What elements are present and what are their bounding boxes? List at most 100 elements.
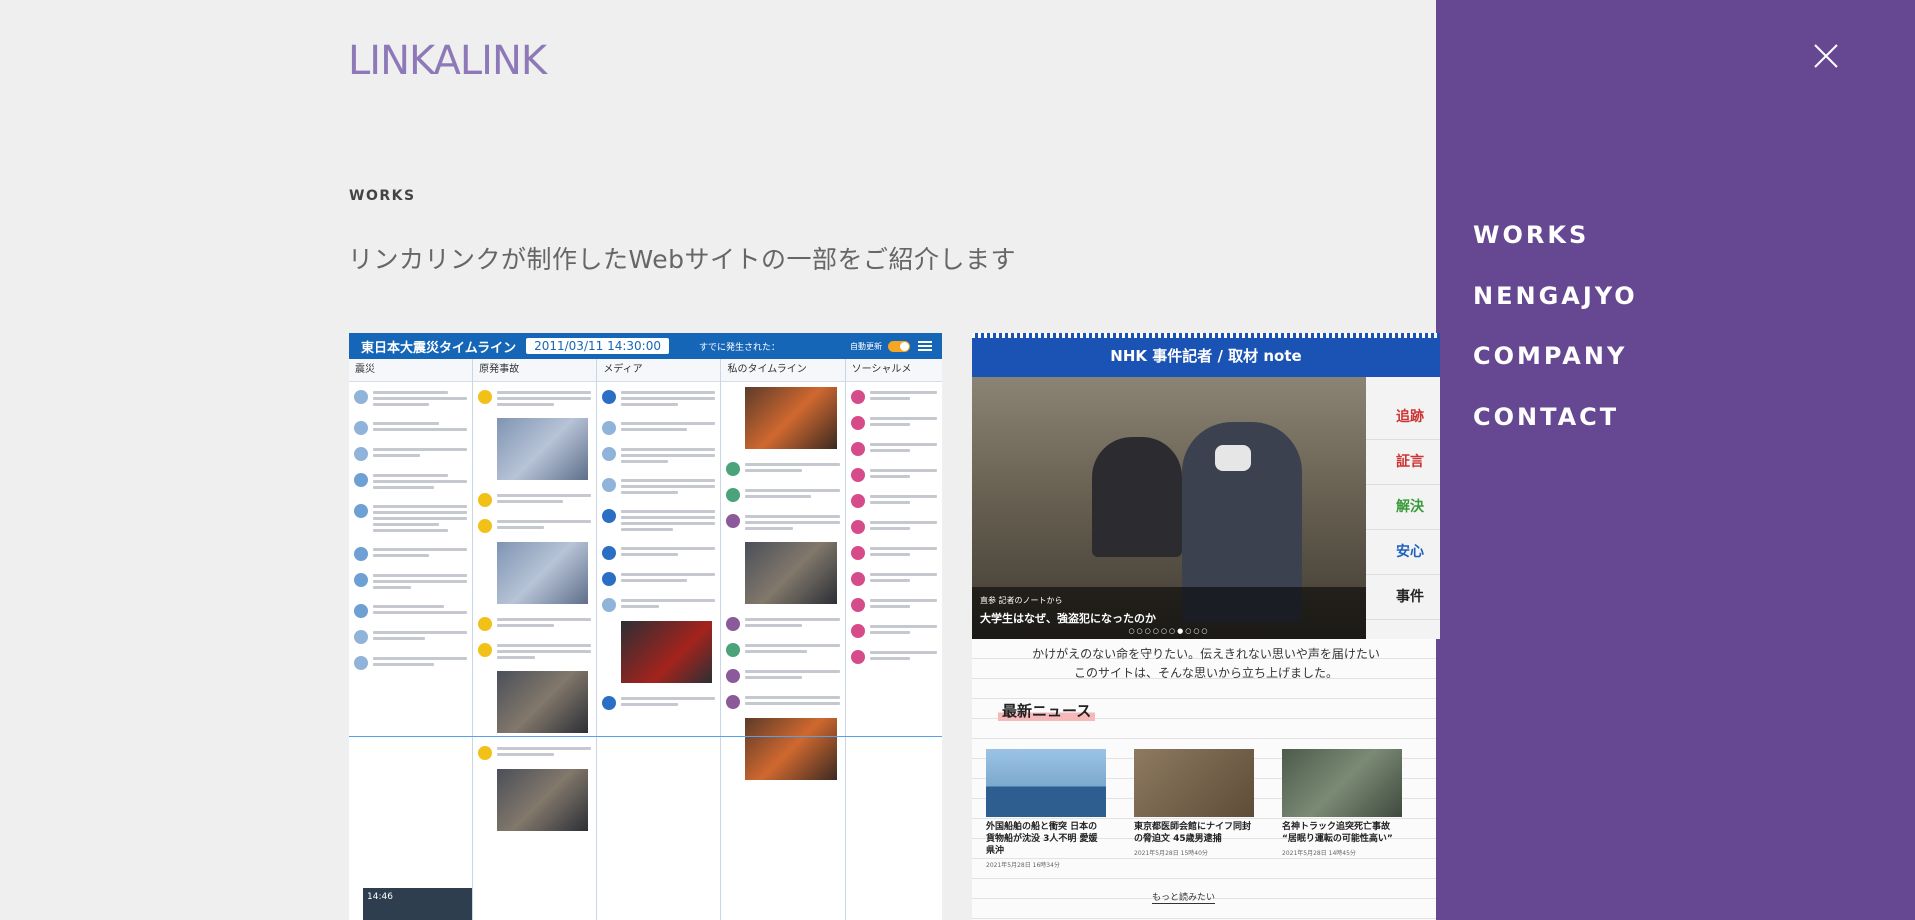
- work-card-nhk[interactable]: NHK 事件記者 / 取材 note 直参 記者のノートから 大学生はなぜ、強盗…: [972, 333, 1440, 920]
- timeline-title: 東日本大震災タイムライン: [361, 340, 517, 356]
- news-photo: [745, 718, 837, 780]
- column-header: メディア: [597, 359, 721, 382]
- logo-text: LINKALINK: [348, 38, 548, 78]
- nav-item-company[interactable]: COMPANY: [1473, 342, 1627, 370]
- list-item: [846, 538, 942, 564]
- carousel-dots: ○○○○○○●○○○: [1128, 627, 1210, 635]
- news-card: 名神トラック追突死亡事故 “居眠り運転の可能性高い” 2021年5月28日 14…: [1282, 749, 1402, 869]
- news-card: 東京都医師会館にナイフ同封の脅迫文 45歳男逮捕 2021年5月28日 15時4…: [1134, 749, 1254, 869]
- news-date: 2021年5月28日 14時45分: [1282, 850, 1356, 857]
- timeline-date: 2011/03/11 14:30:00: [526, 338, 669, 354]
- list-item: [846, 434, 942, 460]
- hero-mask: [1215, 445, 1251, 471]
- hero-small-text: 直参 記者のノートから: [980, 596, 1063, 605]
- list-item: [349, 565, 472, 596]
- timeline-columns: 震災 14:46 原発事故 メディア 私のタイムライン ソーシャルメ: [349, 359, 942, 920]
- nhk-header: NHK 事件記者 / 取材 note: [972, 333, 1440, 377]
- list-item: [721, 661, 844, 687]
- news-title: 東京都医師会館にナイフ同封の脅迫文 45歳男逮捕: [1134, 822, 1252, 844]
- list-item: [721, 454, 844, 480]
- lead-line: かけがえのない命を守りたい。伝えきれない思いや声を届けたい: [1032, 647, 1380, 661]
- list-item: [473, 511, 596, 537]
- hero-figure: [1092, 437, 1182, 557]
- section-intro: リンカリンクが制作したWebサイトの一部をご紹介します: [348, 245, 1017, 274]
- timeline-now-text: すでに発生された：: [698, 342, 781, 353]
- column-header: 震災: [349, 359, 473, 382]
- nhk-site-title: NHK 事件記者 / 取材 note: [1110, 347, 1302, 365]
- news-photo: [745, 542, 837, 604]
- news-photo: [621, 621, 713, 683]
- list-item: [349, 382, 472, 413]
- column-header: 私のタイムライン: [721, 359, 845, 382]
- news-photo: [497, 769, 589, 831]
- side-menu-item: 追跡: [1366, 395, 1440, 440]
- list-item: [473, 609, 596, 635]
- list-item: [473, 382, 596, 413]
- section-label: WORKS: [349, 188, 416, 204]
- nav-item-works[interactable]: WORKS: [1473, 221, 1589, 249]
- news-date: 2021年5月28日 16時34分: [986, 862, 1060, 869]
- list-item: [597, 382, 720, 413]
- nhk-side-menu: 追跡 証言 解決 安心 事件: [1366, 377, 1440, 639]
- list-item: [349, 465, 472, 496]
- list-item: [846, 512, 942, 538]
- timeline-column: メディア: [597, 359, 722, 920]
- hamburger-icon: [918, 341, 932, 351]
- site-logo[interactable]: LINKALINK: [348, 36, 550, 84]
- hero-image: 直参 記者のノートから 大学生はなぜ、強盗犯になったのか: [972, 377, 1366, 639]
- list-item: [597, 470, 720, 501]
- list-item: [721, 506, 844, 537]
- list-item: [846, 460, 942, 486]
- list-item: [349, 596, 472, 622]
- read-more-link: もっと読みたい: [1152, 890, 1216, 904]
- timeline-column: 私のタイムライン: [721, 359, 846, 920]
- list-item: [721, 609, 844, 635]
- list-item: [846, 486, 942, 512]
- news-card: 外国船舶の船と衝突 日本の貨物船が沈没 3人不明 愛媛県沖 2021年5月28日…: [986, 749, 1106, 869]
- timeline-header: 東日本大震災タイムライン 2011/03/11 14:30:00 すでに発生され…: [349, 333, 942, 359]
- news-thumbnail: [1282, 749, 1402, 817]
- timeline-column: 原発事故: [473, 359, 598, 920]
- news-thumbnails: 外国船舶の船と衝突 日本の貨物船が沈没 3人不明 愛媛県沖 2021年5月28日…: [986, 749, 1402, 869]
- list-item: [349, 622, 472, 648]
- list-item: [473, 635, 596, 666]
- news-photo: [497, 542, 589, 604]
- current-time-line: [349, 736, 942, 737]
- lead-line: このサイトは、そんな思いから立ち上げました。: [1073, 666, 1338, 680]
- news-photo: [497, 671, 589, 733]
- list-item: [846, 642, 942, 668]
- list-item: [473, 738, 596, 764]
- news-photo: [745, 387, 837, 449]
- list-item: [597, 439, 720, 470]
- work-card-timeline[interactable]: 東日本大震災タイムライン 2011/03/11 14:30:00 すでに発生され…: [349, 333, 942, 920]
- nav-item-contact[interactable]: CONTACT: [1473, 403, 1619, 431]
- news-thumbnail: [1134, 749, 1254, 817]
- side-menu-item: 解決: [1366, 485, 1440, 530]
- auto-update-label: 自動更新: [850, 341, 882, 351]
- list-item: [846, 408, 942, 434]
- list-item: [597, 413, 720, 439]
- nav-item-nengajyo[interactable]: NENGAJYO: [1473, 282, 1638, 310]
- list-item: [721, 480, 844, 506]
- news-photo: [497, 418, 589, 480]
- list-item: [349, 413, 472, 439]
- column-header: ソーシャルメ: [845, 359, 942, 382]
- auto-update-toggle: [888, 340, 910, 352]
- list-item: [349, 539, 472, 565]
- close-icon: [1814, 44, 1838, 68]
- close-button[interactable]: [1812, 42, 1840, 70]
- news-thumbnail: [986, 749, 1106, 817]
- timeline-column: 震災 14:46: [349, 359, 474, 920]
- list-item: [597, 564, 720, 590]
- list-item: [846, 564, 942, 590]
- list-item: [597, 501, 720, 538]
- column-header: 原発事故: [473, 359, 597, 382]
- auto-update: 自動更新: [850, 340, 910, 352]
- side-menu-item: 証言: [1366, 440, 1440, 485]
- news-section-title: 最新ニュース: [998, 700, 1096, 721]
- nhk-lead-text: かけがえのない命を守りたい。伝えきれない思いや声を届けたい このサイトは、そんな…: [972, 645, 1440, 683]
- list-item: [597, 590, 720, 616]
- list-item: [721, 635, 844, 661]
- logo-mark: LINKALINK: [348, 38, 550, 84]
- list-item: [349, 496, 472, 539]
